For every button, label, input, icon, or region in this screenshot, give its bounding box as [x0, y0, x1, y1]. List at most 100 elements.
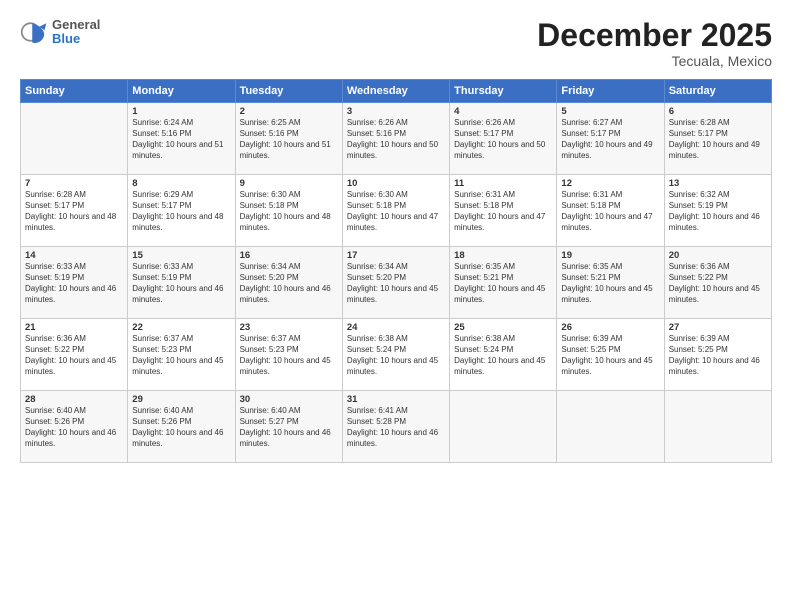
- calendar-week-row: 14Sunrise: 6:33 AMSunset: 5:19 PMDayligh…: [21, 247, 772, 319]
- day-number: 28: [25, 394, 123, 405]
- logo-text: General Blue: [52, 18, 100, 47]
- calendar-cell: 15Sunrise: 6:33 AMSunset: 5:19 PMDayligh…: [128, 247, 235, 319]
- calendar-cell: 21Sunrise: 6:36 AMSunset: 5:22 PMDayligh…: [21, 319, 128, 391]
- calendar-week-row: 21Sunrise: 6:36 AMSunset: 5:22 PMDayligh…: [21, 319, 772, 391]
- day-number: 14: [25, 250, 123, 261]
- col-saturday: Saturday: [664, 80, 771, 103]
- calendar-cell: 4Sunrise: 6:26 AMSunset: 5:17 PMDaylight…: [450, 103, 557, 175]
- day-info: Sunrise: 6:28 AMSunset: 5:17 PMDaylight:…: [669, 118, 767, 161]
- day-info: Sunrise: 6:39 AMSunset: 5:25 PMDaylight:…: [669, 334, 767, 377]
- day-number: 10: [347, 178, 445, 189]
- day-number: 23: [240, 322, 338, 333]
- calendar-cell: 22Sunrise: 6:37 AMSunset: 5:23 PMDayligh…: [128, 319, 235, 391]
- day-number: 1: [132, 106, 230, 117]
- calendar-cell: 18Sunrise: 6:35 AMSunset: 5:21 PMDayligh…: [450, 247, 557, 319]
- calendar-cell: 19Sunrise: 6:35 AMSunset: 5:21 PMDayligh…: [557, 247, 664, 319]
- month-title: December 2025: [537, 18, 772, 53]
- calendar-cell: 9Sunrise: 6:30 AMSunset: 5:18 PMDaylight…: [235, 175, 342, 247]
- day-number: 8: [132, 178, 230, 189]
- day-info: Sunrise: 6:32 AMSunset: 5:19 PMDaylight:…: [669, 190, 767, 233]
- logo-general: General: [52, 18, 100, 32]
- day-info: Sunrise: 6:36 AMSunset: 5:22 PMDaylight:…: [669, 262, 767, 305]
- col-monday: Monday: [128, 80, 235, 103]
- calendar-week-row: 7Sunrise: 6:28 AMSunset: 5:17 PMDaylight…: [21, 175, 772, 247]
- calendar-cell: 3Sunrise: 6:26 AMSunset: 5:16 PMDaylight…: [342, 103, 449, 175]
- calendar-cell: 20Sunrise: 6:36 AMSunset: 5:22 PMDayligh…: [664, 247, 771, 319]
- day-number: 25: [454, 322, 552, 333]
- day-info: Sunrise: 6:30 AMSunset: 5:18 PMDaylight:…: [347, 190, 445, 233]
- day-number: 26: [561, 322, 659, 333]
- day-number: 17: [347, 250, 445, 261]
- day-number: 9: [240, 178, 338, 189]
- calendar-table: Sunday Monday Tuesday Wednesday Thursday…: [20, 79, 772, 463]
- calendar-cell: 5Sunrise: 6:27 AMSunset: 5:17 PMDaylight…: [557, 103, 664, 175]
- calendar-cell: [664, 391, 771, 463]
- day-number: 7: [25, 178, 123, 189]
- day-number: 30: [240, 394, 338, 405]
- day-info: Sunrise: 6:36 AMSunset: 5:22 PMDaylight:…: [25, 334, 123, 377]
- calendar-cell: 30Sunrise: 6:40 AMSunset: 5:27 PMDayligh…: [235, 391, 342, 463]
- calendar-cell: 25Sunrise: 6:38 AMSunset: 5:24 PMDayligh…: [450, 319, 557, 391]
- calendar-cell: 7Sunrise: 6:28 AMSunset: 5:17 PMDaylight…: [21, 175, 128, 247]
- day-number: 5: [561, 106, 659, 117]
- day-info: Sunrise: 6:26 AMSunset: 5:17 PMDaylight:…: [454, 118, 552, 161]
- col-thursday: Thursday: [450, 80, 557, 103]
- day-info: Sunrise: 6:31 AMSunset: 5:18 PMDaylight:…: [454, 190, 552, 233]
- day-info: Sunrise: 6:28 AMSunset: 5:17 PMDaylight:…: [25, 190, 123, 233]
- calendar-cell: 16Sunrise: 6:34 AMSunset: 5:20 PMDayligh…: [235, 247, 342, 319]
- day-info: Sunrise: 6:38 AMSunset: 5:24 PMDaylight:…: [347, 334, 445, 377]
- day-number: 16: [240, 250, 338, 261]
- day-number: 31: [347, 394, 445, 405]
- day-info: Sunrise: 6:37 AMSunset: 5:23 PMDaylight:…: [132, 334, 230, 377]
- day-info: Sunrise: 6:30 AMSunset: 5:18 PMDaylight:…: [240, 190, 338, 233]
- header-row: Sunday Monday Tuesday Wednesday Thursday…: [21, 80, 772, 103]
- day-number: 20: [669, 250, 767, 261]
- day-number: 13: [669, 178, 767, 189]
- col-tuesday: Tuesday: [235, 80, 342, 103]
- calendar-cell: 23Sunrise: 6:37 AMSunset: 5:23 PMDayligh…: [235, 319, 342, 391]
- day-info: Sunrise: 6:34 AMSunset: 5:20 PMDaylight:…: [240, 262, 338, 305]
- calendar-cell: 17Sunrise: 6:34 AMSunset: 5:20 PMDayligh…: [342, 247, 449, 319]
- day-info: Sunrise: 6:27 AMSunset: 5:17 PMDaylight:…: [561, 118, 659, 161]
- day-number: 11: [454, 178, 552, 189]
- logo-blue: Blue: [52, 32, 100, 46]
- calendar-cell: 1Sunrise: 6:24 AMSunset: 5:16 PMDaylight…: [128, 103, 235, 175]
- header: General Blue December 2025 Tecuala, Mexi…: [20, 18, 772, 69]
- calendar-cell: 27Sunrise: 6:39 AMSunset: 5:25 PMDayligh…: [664, 319, 771, 391]
- day-info: Sunrise: 6:40 AMSunset: 5:27 PMDaylight:…: [240, 406, 338, 449]
- calendar-cell: 11Sunrise: 6:31 AMSunset: 5:18 PMDayligh…: [450, 175, 557, 247]
- logo-icon: [20, 18, 48, 46]
- calendar-cell: 13Sunrise: 6:32 AMSunset: 5:19 PMDayligh…: [664, 175, 771, 247]
- day-number: 15: [132, 250, 230, 261]
- day-info: Sunrise: 6:29 AMSunset: 5:17 PMDaylight:…: [132, 190, 230, 233]
- calendar-cell: 31Sunrise: 6:41 AMSunset: 5:28 PMDayligh…: [342, 391, 449, 463]
- calendar-cell: 8Sunrise: 6:29 AMSunset: 5:17 PMDaylight…: [128, 175, 235, 247]
- day-number: 24: [347, 322, 445, 333]
- calendar-cell: 26Sunrise: 6:39 AMSunset: 5:25 PMDayligh…: [557, 319, 664, 391]
- calendar-cell: [21, 103, 128, 175]
- day-number: 27: [669, 322, 767, 333]
- calendar-cell: 6Sunrise: 6:28 AMSunset: 5:17 PMDaylight…: [664, 103, 771, 175]
- day-number: 12: [561, 178, 659, 189]
- day-info: Sunrise: 6:35 AMSunset: 5:21 PMDaylight:…: [454, 262, 552, 305]
- day-info: Sunrise: 6:37 AMSunset: 5:23 PMDaylight:…: [240, 334, 338, 377]
- day-info: Sunrise: 6:34 AMSunset: 5:20 PMDaylight:…: [347, 262, 445, 305]
- location-subtitle: Tecuala, Mexico: [537, 53, 772, 69]
- day-info: Sunrise: 6:26 AMSunset: 5:16 PMDaylight:…: [347, 118, 445, 161]
- calendar-page: General Blue December 2025 Tecuala, Mexi…: [0, 0, 792, 612]
- calendar-cell: 14Sunrise: 6:33 AMSunset: 5:19 PMDayligh…: [21, 247, 128, 319]
- calendar-cell: 10Sunrise: 6:30 AMSunset: 5:18 PMDayligh…: [342, 175, 449, 247]
- day-info: Sunrise: 6:38 AMSunset: 5:24 PMDaylight:…: [454, 334, 552, 377]
- day-info: Sunrise: 6:33 AMSunset: 5:19 PMDaylight:…: [25, 262, 123, 305]
- day-number: 2: [240, 106, 338, 117]
- day-number: 4: [454, 106, 552, 117]
- col-wednesday: Wednesday: [342, 80, 449, 103]
- day-info: Sunrise: 6:35 AMSunset: 5:21 PMDaylight:…: [561, 262, 659, 305]
- col-sunday: Sunday: [21, 80, 128, 103]
- calendar-week-row: 1Sunrise: 6:24 AMSunset: 5:16 PMDaylight…: [21, 103, 772, 175]
- day-info: Sunrise: 6:40 AMSunset: 5:26 PMDaylight:…: [25, 406, 123, 449]
- day-number: 18: [454, 250, 552, 261]
- day-info: Sunrise: 6:39 AMSunset: 5:25 PMDaylight:…: [561, 334, 659, 377]
- title-area: December 2025 Tecuala, Mexico: [537, 18, 772, 69]
- col-friday: Friday: [557, 80, 664, 103]
